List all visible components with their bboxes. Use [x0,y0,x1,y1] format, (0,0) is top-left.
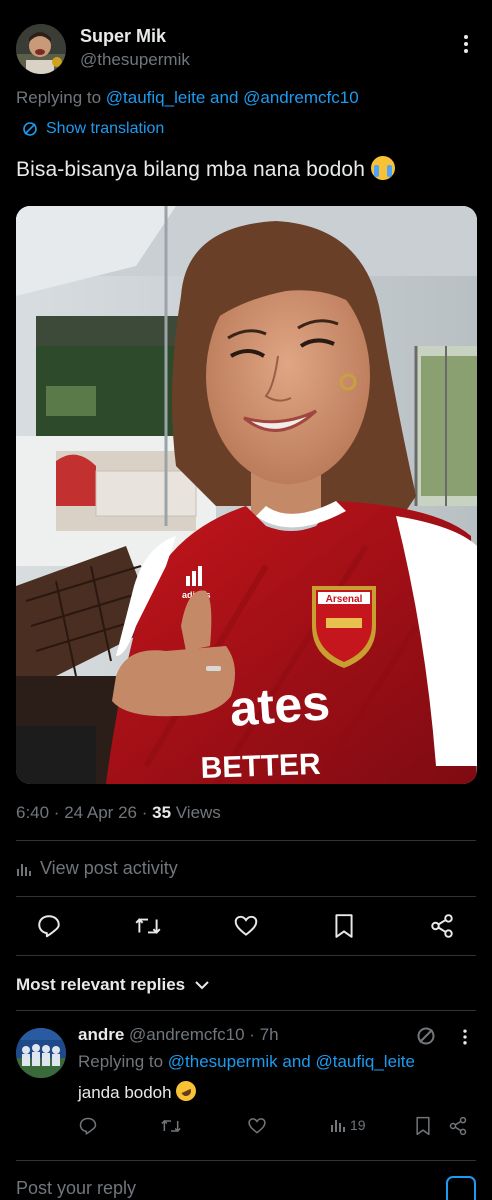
reply-author-handle[interactable]: @andremcfc10 [129,1025,245,1044]
views-count: 35 [152,803,172,822]
reply-sort-dropdown[interactable]: Most relevant replies [16,975,209,995]
crying-face-icon [370,156,395,180]
chevron-down-icon [195,981,209,990]
reply-more-options-icon[interactable] [455,1027,475,1052]
like-icon[interactable] [232,912,260,940]
reply-author-name[interactable]: andre [78,1025,124,1044]
divider [16,1160,476,1161]
divider [16,1010,476,1011]
divider [16,840,476,841]
jersey-sponsor-line2: BETTER [200,748,321,784]
reply-views-button[interactable]: 19 [330,1117,366,1133]
reply-replying-user-link[interactable]: @thesupermik [168,1052,278,1071]
reply-bookmark-button[interactable] [414,1116,432,1136]
bookmark-icon[interactable] [330,912,358,940]
view-activity-label: View post activity [40,858,178,878]
replying-user-link[interactable]: @taufiq_leite [106,88,206,107]
post-image[interactable]: Arsenal adidas ates BETTER [16,206,477,784]
reply-author[interactable]: andre @andremcfc10 · 7h [78,1025,279,1045]
show-translation-label: Show translation [46,120,165,137]
translate-icon[interactable] [416,1026,436,1051]
reply-text: janda bodoh [78,1077,200,1105]
reply-icon [79,1117,97,1135]
reply-share-button[interactable] [448,1116,468,1136]
post-text-body: Bisa-bisanya bilang mba nana bodoh [16,158,365,181]
post-text: Bisa-bisanya bilang mba nana bodoh [16,156,395,182]
reply-text-body: janda bodoh [78,1083,172,1102]
replying-user-link[interactable]: @andremcfc10 [243,88,359,107]
reply-replying-user-link[interactable]: @taufiq_leite [316,1052,416,1071]
replying-and: and [210,88,239,107]
reply-composer-input[interactable]: Post your reply [16,1178,136,1199]
author-handle[interactable]: @thesupermik [80,50,190,70]
reply-time: · 7h [249,1025,279,1044]
analytics-icon [17,863,31,876]
replying-prefix: Replying to [16,88,102,107]
reply-sort-label: Most relevant replies [16,975,186,994]
jersey-badge-label: Arsenal [326,594,363,605]
reply-like-button[interactable] [247,1116,267,1136]
reply-icon[interactable] [35,912,63,940]
repost-icon[interactable] [134,912,162,940]
divider [16,955,476,956]
camera-icon[interactable] [446,1176,476,1200]
reply-repost-button[interactable] [160,1116,182,1136]
repost-icon [161,1119,181,1133]
divider [16,896,476,897]
author-name[interactable]: Super Mik [80,26,166,47]
like-icon [248,1118,266,1134]
rofl-face-icon [173,1077,200,1105]
reply-views-count: 19 [350,1117,366,1133]
analytics-icon [331,1120,345,1132]
post-time: 6:40 · 24 Apr 26 · [16,803,148,822]
share-icon [449,1116,467,1136]
bookmark-icon [416,1116,430,1136]
replying-to: Replying to @taufiq_leite and @andremcfc… [16,88,359,108]
reply-replying-to: Replying to @thesupermik and @taufiq_lei… [78,1052,415,1072]
jersey-sponsor-line1: ates [228,674,332,737]
more-options-icon[interactable] [454,32,478,56]
post-timestamp: 6:40 · 24 Apr 26 · 35 Views [16,803,221,823]
views-label: Views [175,803,221,822]
show-translation-button[interactable]: Show translation [22,120,164,138]
reply-avatar[interactable] [16,1028,66,1078]
reply-reply-button[interactable] [78,1116,98,1136]
reply-replying-and: and [282,1052,311,1071]
share-icon[interactable] [428,912,456,940]
translate-icon [23,122,37,136]
author-avatar[interactable] [16,24,66,74]
reply-replying-prefix: Replying to [78,1052,164,1071]
view-post-activity-button[interactable]: View post activity [16,858,178,879]
